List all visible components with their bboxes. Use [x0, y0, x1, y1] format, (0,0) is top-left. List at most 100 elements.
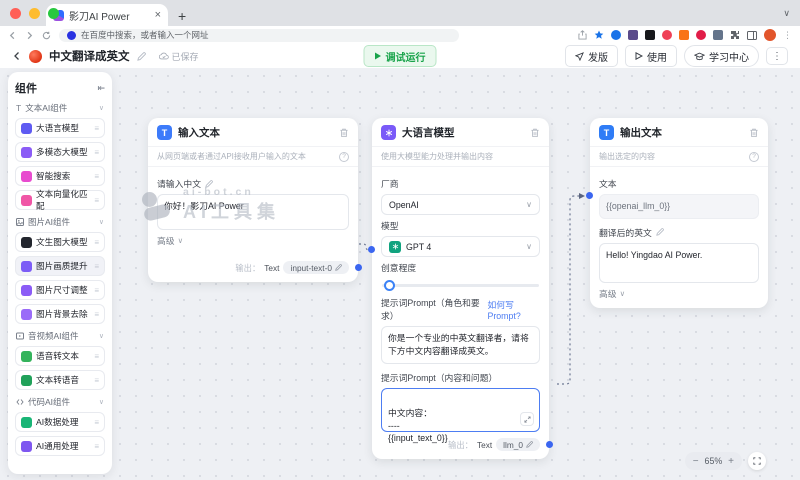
extensions-puzzle-icon[interactable] [730, 30, 740, 40]
delete-node-icon[interactable] [530, 128, 540, 138]
forward-icon[interactable] [25, 31, 34, 40]
creativity-slider[interactable] [382, 278, 539, 292]
input-text-field[interactable]: 你好！影刀AI Power [157, 194, 349, 230]
zoom-in-button[interactable]: + [728, 456, 734, 467]
component-item-text2image[interactable]: 文生图大模型 ≡ [15, 232, 105, 252]
node-input-text[interactable]: T 输入文本 从网页端或者通过API接收用户输入的文本 ? 请输入中文 你好！影… [148, 118, 362, 282]
drag-handle-icon[interactable]: ≡ [94, 172, 99, 181]
drag-handle-icon[interactable]: ≡ [94, 262, 99, 271]
drag-handle-icon[interactable]: ≡ [94, 442, 99, 451]
delete-node-icon[interactable] [749, 128, 759, 138]
edit-title-icon[interactable] [136, 51, 146, 61]
section-text-ai[interactable]: T 文本AI组件 ∨ [16, 102, 104, 114]
drag-handle-icon[interactable]: ≡ [94, 352, 99, 361]
result-textarea[interactable]: Hello! Yingdao AI Power. [599, 242, 759, 283]
edit-field-icon[interactable] [205, 179, 213, 188]
sidebar-toggle-icon[interactable] [747, 30, 757, 40]
extension-icon-red[interactable] [696, 30, 706, 40]
tab-list-chevron-icon[interactable]: ∨ [783, 8, 790, 19]
drag-handle-icon[interactable]: ≡ [94, 310, 99, 319]
drag-handle-icon[interactable]: ≡ [94, 238, 99, 247]
profile-avatar[interactable] [764, 29, 776, 41]
section-audio-video-ai[interactable]: 音视频AI组件 ∨ [16, 330, 104, 342]
chevron-down-icon[interactable]: ∨ [99, 104, 104, 112]
output-port[interactable] [355, 264, 362, 271]
model-select[interactable]: GPT 4 ∨ [381, 236, 540, 257]
component-item-multimodal[interactable]: 多模态大模型 ≡ [15, 142, 105, 162]
help-icon[interactable]: ? [749, 151, 759, 162]
component-item-vector-match[interactable]: 文本向量化匹配 ≡ [15, 189, 105, 211]
text-variable-field[interactable]: {{openai_llm_0}} [599, 194, 759, 219]
extension-icon-pink[interactable] [662, 30, 672, 40]
expand-textarea-icon[interactable] [520, 412, 534, 426]
extension-icon-black[interactable] [645, 30, 655, 40]
back-icon[interactable] [8, 31, 17, 40]
close-window-button[interactable] [10, 8, 21, 19]
component-item-smart-search[interactable]: 智能搜索 ≡ [15, 166, 105, 186]
component-item-image-enhance[interactable]: 图片画质提升 ≡ [15, 256, 105, 276]
prompt-content-textarea[interactable]: 中文内容： ---- {{input_text_0}} [381, 388, 540, 443]
node-llm[interactable]: 大语言模型 使用大模型能力处理并输出内容 厂商 OpenAI ∨ 模型 GPT … [368, 118, 553, 459]
node-output-text[interactable]: T 输出文本 输出选定的内容 ? 文本 {{openai_llm_0}} 翻译后… [586, 118, 768, 308]
browser-tab[interactable]: 影刀AI Power × [46, 4, 168, 26]
fit-view-button[interactable] [748, 452, 766, 470]
chevron-down-icon[interactable]: ∨ [99, 218, 104, 226]
new-tab-button[interactable]: + [178, 8, 186, 26]
component-item-ai-general[interactable]: AI通用处理 ≡ [15, 436, 105, 456]
drag-handle-icon[interactable]: ≡ [94, 376, 99, 385]
component-item-llm[interactable]: 大语言模型 ≡ [15, 118, 105, 138]
minimize-window-button[interactable] [29, 8, 40, 19]
window-controls[interactable] [10, 8, 59, 19]
section-code-ai[interactable]: 代码AI组件 ∨ [16, 396, 104, 408]
drag-handle-icon[interactable]: ≡ [94, 286, 99, 295]
input-port[interactable] [586, 192, 593, 199]
image-section-icon [16, 218, 24, 226]
output-variable-badge[interactable]: llm_0 [496, 438, 540, 451]
learn-center-button[interactable]: 学习中心 [684, 45, 759, 67]
vendor-select[interactable]: OpenAI ∨ [381, 194, 540, 215]
advanced-toggle[interactable]: 高级 ∨ [590, 283, 768, 308]
more-actions-button[interactable]: ⋮ [766, 47, 788, 65]
back-button[interactable] [12, 51, 22, 61]
reload-icon[interactable] [42, 31, 51, 40]
address-bar[interactable]: 在百度中搜索，或者输入一个网址 [59, 28, 459, 42]
help-icon[interactable]: ? [339, 151, 349, 162]
collapse-panel-icon[interactable]: ⇤ [97, 83, 105, 94]
component-item-ai-data[interactable]: AI数据处理 ≡ [15, 412, 105, 432]
delete-node-icon[interactable] [339, 128, 349, 138]
extension-icon-purple[interactable] [628, 30, 638, 40]
use-button[interactable]: 使用 [625, 45, 677, 67]
prompt-help-link[interactable]: 如何写Prompt? [487, 298, 540, 321]
prompt-role-textarea[interactable]: 你是一个专业的中英文翻译者，请将下方中文内容翻译成英文。 [381, 326, 540, 364]
output-variable-badge[interactable]: input-text-0 [283, 261, 349, 274]
output-port[interactable] [546, 441, 553, 448]
workflow-canvas[interactable]: 组件 ⇤ T 文本AI组件 ∨ 大语言模型 ≡ 多模态大模型 ≡ 智能搜索 ≡ … [0, 68, 800, 480]
drag-handle-icon[interactable]: ≡ [94, 418, 99, 427]
advanced-toggle[interactable]: 高级 ∨ [148, 230, 358, 255]
publish-button[interactable]: 发版 [565, 45, 618, 67]
bg-remove-component-icon [21, 308, 32, 320]
component-item-bg-remove[interactable]: 图片背景去除 ≡ [15, 304, 105, 324]
browser-menu-icon[interactable]: ⋮ [783, 30, 792, 41]
bookmark-star-icon[interactable] [594, 30, 604, 40]
drag-handle-icon[interactable]: ≡ [94, 196, 99, 205]
extension-icon-orange[interactable] [679, 30, 689, 40]
component-item-speech2text[interactable]: 语音转文本 ≡ [15, 346, 105, 366]
maximize-window-button[interactable] [48, 8, 59, 19]
debug-run-button[interactable]: 调试运行 [363, 45, 437, 67]
extension-icon-globe[interactable] [611, 30, 621, 40]
chevron-down-icon[interactable]: ∨ [99, 398, 104, 406]
drag-handle-icon[interactable]: ≡ [94, 124, 99, 133]
tab-close-icon[interactable]: × [155, 9, 161, 21]
edit-field-icon[interactable] [656, 228, 664, 236]
component-item-text2speech[interactable]: 文本转语音 ≡ [15, 370, 105, 390]
slider-knob[interactable] [384, 279, 395, 291]
input-port[interactable] [368, 246, 375, 253]
component-item-image-resize[interactable]: 图片尺寸调整 ≡ [15, 280, 105, 300]
zoom-out-button[interactable]: − [693, 456, 699, 467]
section-image-ai[interactable]: 图片AI组件 ∨ [16, 216, 104, 228]
extension-icon-gray[interactable] [713, 30, 723, 40]
chevron-down-icon[interactable]: ∨ [99, 332, 104, 340]
share-icon[interactable] [578, 30, 587, 40]
drag-handle-icon[interactable]: ≡ [94, 148, 99, 157]
